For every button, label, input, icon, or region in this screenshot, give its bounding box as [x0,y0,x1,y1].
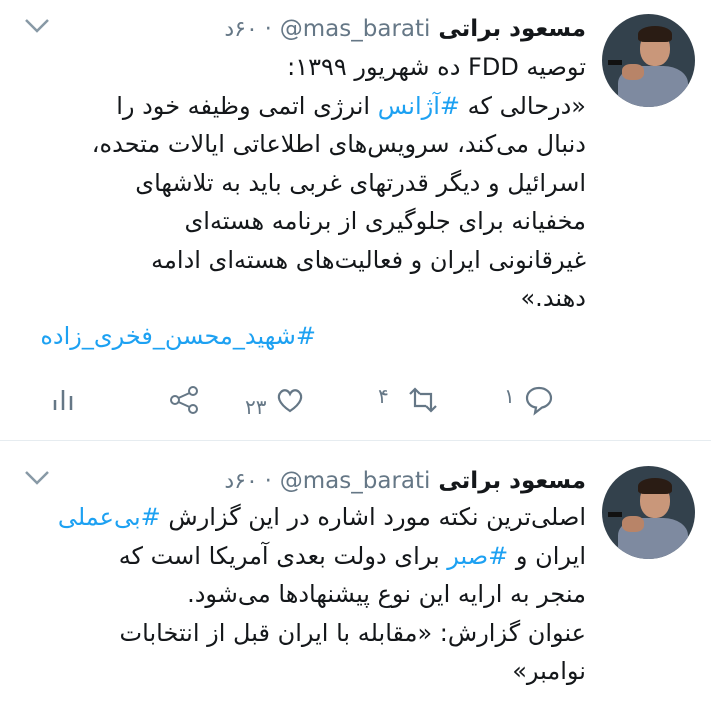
tweet-time-value: ۶۰د [224,468,258,494]
share-button[interactable] [168,380,200,420]
tweet-time-value: ۶۰د [224,16,258,42]
avatar[interactable] [602,14,695,107]
hashtag-link[interactable]: #بی‌عملی [58,503,161,531]
author-handle[interactable]: @mas_barati [280,16,431,42]
tweet[interactable]: مسعود براتی @mas_barati · ۶۰د اصلی‌ترین … [0,452,711,702]
analytics-icon [53,390,73,410]
chevron-down-icon[interactable] [22,14,52,38]
author-name[interactable]: مسعود براتی [438,468,586,494]
reply-count: ۱ [504,384,515,408]
retweet-icon [408,387,437,413]
analytics-button[interactable] [48,380,80,420]
hashtag-link[interactable]: #شهید_محسن_فخری_زاده [16,322,316,350]
hashtag-link[interactable]: #صبر [447,542,508,570]
tweet-time[interactable]: · ۶۰د [224,17,271,42]
tweet-header: مسعود براتی @mas_barati · ۶۰د [20,12,586,46]
reply-icon [525,386,552,416]
retweet-count: ۴ [378,384,389,408]
tweet[interactable]: مسعود براتی @mas_barati · ۶۰د توصیه FDD … [0,0,711,440]
chevron-down-icon[interactable] [22,466,52,490]
avatar[interactable] [602,466,695,559]
retweet-button[interactable]: ۴ [378,380,439,420]
like-count: ۲۳ [245,395,267,419]
like-icon [278,389,303,413]
like-button[interactable]: ۲۳ [245,380,306,420]
tweet-text: توصیه FDD ده شهریور ۱۳۹۹: «درحالی که #آژ… [91,53,586,312]
share-icon [170,386,198,414]
author-name[interactable]: مسعود براتی [438,16,586,42]
tweet-header: مسعود براتی @mas_barati · ۶۰د [20,464,586,498]
tweet-text: اصلی‌ترین نکته مورد اشاره در این گزارش #… [57,503,586,685]
hashtag-link[interactable]: #آژانس [378,92,460,120]
tweet-actions: ۲۳ ۴ ۱ [40,380,580,420]
tweet-time[interactable]: · ۶۰د [224,469,271,494]
reply-button[interactable]: ۱ [504,380,555,420]
author-handle[interactable]: @mas_barati [280,468,431,494]
